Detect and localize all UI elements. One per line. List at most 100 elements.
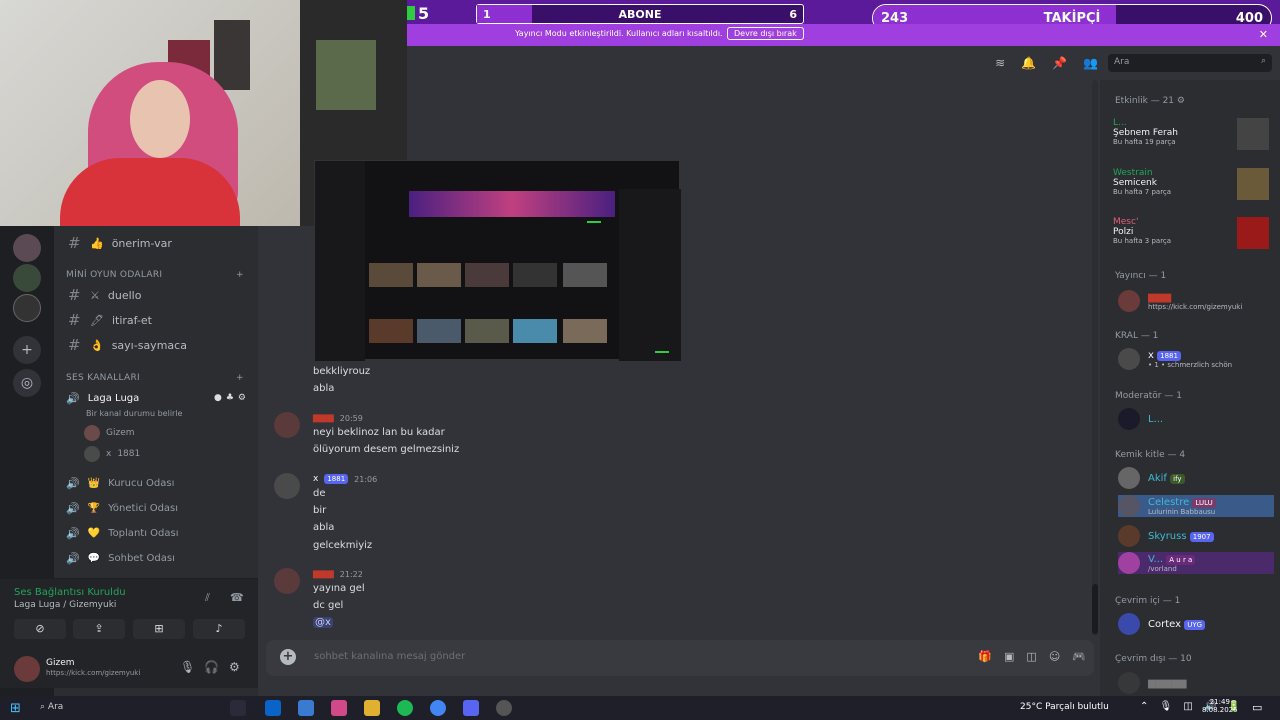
screen-share-button[interactable]: ⇪: [73, 619, 125, 639]
invite-icon[interactable]: ♣: [226, 393, 234, 403]
member-item[interactable]: x 1881 • 1 • schmerzlich schön: [1118, 348, 1232, 370]
member-name: Akif ify: [1148, 473, 1185, 484]
member-item[interactable]: Skyruss 1907: [1118, 525, 1214, 547]
channel-itiraf-et[interactable]: # 🖊 itiraf-et: [68, 310, 152, 330]
channel-status-prompt[interactable]: Bir kanal durumu belirle: [86, 409, 182, 418]
message-header: x 1881 21:06: [313, 474, 377, 484]
clock[interactable]: 21:49 8.08.2025: [1202, 698, 1238, 714]
category-mini-games[interactable]: MİNİ OYUN ODALARI +: [66, 270, 244, 280]
server-icon[interactable]: [13, 294, 41, 322]
screenshot-thumb: [417, 263, 461, 287]
avatar[interactable]: [274, 473, 300, 499]
emoji-icon[interactable]: ☺: [1049, 650, 1060, 663]
bell-icon[interactable]: 🔔: [1021, 56, 1036, 70]
notification-icon[interactable]: ▭: [1252, 701, 1262, 714]
discord-icon[interactable]: [463, 700, 479, 716]
category-voice[interactable]: SES KANALLARI +: [66, 373, 244, 383]
chat-icon[interactable]: ●: [214, 393, 222, 403]
activity-button[interactable]: ⊞: [133, 619, 185, 639]
avatar: [1118, 467, 1140, 489]
camera-off-button[interactable]: ⊘: [14, 619, 66, 639]
explore-icon[interactable]: ◎: [13, 369, 41, 397]
screenshot-thumb: [369, 263, 413, 287]
chat-scrollbar[interactable]: [1092, 80, 1098, 636]
channel-onerim-var[interactable]: # 👍 önerim-var: [68, 233, 172, 253]
members-icon[interactable]: 👥: [1083, 56, 1098, 70]
gear-icon[interactable]: ⚙: [238, 393, 246, 403]
streamer-mode-banner: Yayıncı Modu etkinleştirildi. Kullanıcı …: [407, 24, 1280, 46]
voice-channel[interactable]: 🔊 💬 Sohbet Odası: [66, 549, 252, 567]
voice-channel-laga-luga[interactable]: 🔊 Laga Luga ● ♣ ⚙: [66, 389, 252, 407]
message-author[interactable]: ▆▆▆: [313, 569, 334, 579]
member-item[interactable]: ▆▆▆▆▆: [1118, 672, 1186, 694]
voice-member[interactable]: x 1881: [84, 446, 140, 462]
task-view-icon[interactable]: [230, 700, 246, 716]
channel-sayi-saymaca[interactable]: # 👌 sayı-saymaca: [68, 335, 187, 355]
activity-icon[interactable]: 🎮: [1072, 650, 1086, 663]
member-item[interactable]: Akif ify: [1118, 467, 1185, 489]
member-tag: A u r a: [1166, 554, 1196, 565]
screenshot-thumb: [417, 319, 461, 343]
message-input[interactable]: sohbet kanalına mesaj gönder: [314, 651, 465, 662]
weather-widget[interactable]: 25°C Parçalı bulutlu: [1020, 702, 1109, 712]
chat-scrollbar-thumb[interactable]: [1092, 584, 1098, 634]
add-channel-icon[interactable]: +: [236, 373, 244, 383]
member-item[interactable]: Celestre LULU Lulurinin Babbausu: [1118, 495, 1274, 517]
member-item[interactable]: V... A u r a /vorland: [1118, 552, 1274, 574]
obs-icon[interactable]: [496, 700, 512, 716]
activity-card[interactable]: L... Şebnem Ferah Bu hafta 19 parça: [1113, 118, 1269, 158]
attach-icon[interactable]: +: [280, 649, 296, 665]
voice-member[interactable]: Gizem: [84, 425, 135, 441]
member-item[interactable]: L...: [1118, 408, 1163, 430]
pin-icon[interactable]: 📌: [1052, 56, 1067, 70]
shared-screenshot[interactable]: [314, 160, 681, 361]
taskbar-search[interactable]: ⌕ Ara: [40, 702, 63, 712]
disable-streamer-mode-button[interactable]: Devre dışı bırak: [727, 27, 804, 40]
channel-duello[interactable]: # ⚔ duello: [68, 285, 141, 305]
store-icon[interactable]: [298, 700, 314, 716]
add-channel-icon[interactable]: +: [236, 270, 244, 280]
gear-icon[interactable]: ⚙: [229, 660, 240, 674]
start-icon[interactable]: ⊞: [10, 701, 21, 716]
avatar[interactable]: [14, 656, 40, 682]
screenshot-banner: [409, 191, 615, 217]
speaker-icon: 🔊: [66, 526, 80, 540]
member-item[interactable]: ▆▆▆ https://kick.com/gizemyuki: [1118, 290, 1242, 312]
voice-channel-label: Sohbet Odası: [108, 552, 175, 564]
sticker-icon[interactable]: ◫: [1026, 650, 1036, 663]
message-author[interactable]: x: [313, 474, 318, 484]
soundboard-button[interactable]: ♪: [193, 619, 245, 639]
gift-icon[interactable]: 🎁: [978, 650, 992, 663]
copilot-icon[interactable]: [331, 700, 347, 716]
threads-icon[interactable]: ≋: [995, 56, 1005, 70]
voice-channel[interactable]: 🔊 👑 Kurucu Odası: [66, 474, 252, 492]
activity-card[interactable]: Westrain Semicenk Bu hafta 7 parça: [1113, 168, 1269, 208]
chrome-icon[interactable]: [430, 700, 446, 716]
folder-icon[interactable]: [364, 700, 380, 716]
member-name: x 1881: [1148, 350, 1232, 361]
message-author[interactable]: ▆▆▆: [313, 413, 334, 423]
server-icon[interactable]: [13, 264, 41, 292]
screenshot-thumb: [465, 319, 509, 343]
avatar[interactable]: [274, 568, 300, 594]
gif-icon[interactable]: ▣: [1004, 650, 1014, 663]
message-time: 20:59: [339, 413, 363, 423]
avatar[interactable]: [274, 412, 300, 438]
server-icon[interactable]: [13, 234, 41, 262]
user-mention[interactable]: @x: [313, 617, 333, 628]
close-icon[interactable]: ✕: [1259, 28, 1268, 41]
voice-channel[interactable]: 🔊 🏆 Yönetici Odası: [66, 499, 252, 517]
clock-date: 8.08.2025: [1202, 706, 1238, 714]
disconnect-icon[interactable]: ☎: [230, 591, 244, 604]
activity-card[interactable]: Mesc' Polzi Bu hafta 3 parça: [1113, 217, 1269, 257]
microphone-icon[interactable]: 🎙: [180, 660, 195, 674]
noise-suppression-icon[interactable]: ⫽: [205, 591, 210, 605]
headphones-icon[interactable]: 🎧: [204, 660, 219, 674]
message-composer[interactable]: + sohbet kanalına mesaj gönder 🎁 ▣ ◫ ☺ 🎮: [266, 640, 1094, 676]
search-input[interactable]: Ara ⌕: [1108, 54, 1272, 72]
voice-channel[interactable]: 🔊 💛 Toplantı Odası: [66, 524, 252, 542]
spotify-icon[interactable]: [397, 700, 413, 716]
member-item[interactable]: Cortex UYG: [1118, 613, 1206, 635]
add-server-icon[interactable]: +: [13, 336, 41, 364]
outlook-icon[interactable]: [265, 700, 281, 716]
